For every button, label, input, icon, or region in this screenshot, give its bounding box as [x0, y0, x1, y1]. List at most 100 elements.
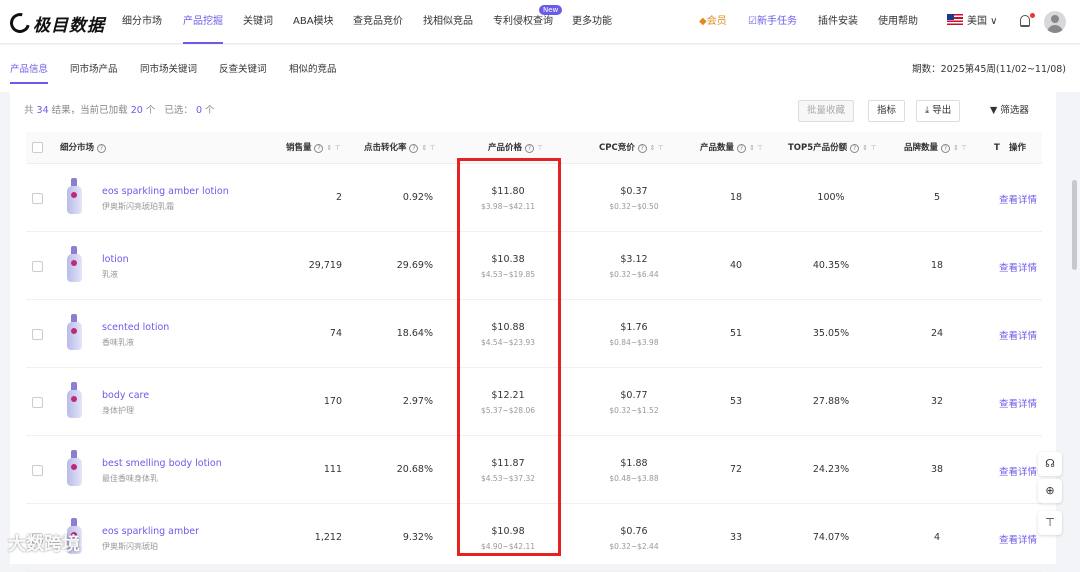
- view-details-link[interactable]: 查看详情: [999, 192, 1037, 206]
- product-image[interactable]: [64, 178, 84, 216]
- view-details-link[interactable]: 查看详情: [999, 328, 1037, 342]
- keyword-link[interactable]: scented lotion: [102, 322, 169, 333]
- bottle-icon: [67, 254, 82, 282]
- globe-icon[interactable]: ⊕: [1038, 479, 1062, 503]
- nav-item-patent-label: 专利侵权查询: [493, 16, 553, 27]
- headset-icon[interactable]: ☊: [1038, 452, 1062, 476]
- top5-share-cell: 100%: [817, 192, 845, 203]
- filter-button[interactable]: ▼ 筛选器: [990, 100, 1029, 122]
- tab-reverse-keywords[interactable]: 反查关键词: [219, 45, 267, 92]
- brand-logo[interactable]: 极目数据: [6, 9, 105, 37]
- help-link[interactable]: 使用帮助: [878, 0, 918, 44]
- product-image[interactable]: [64, 382, 84, 420]
- cpc-range: $0.84~$3.98: [609, 338, 659, 347]
- bottle-icon: [67, 322, 82, 350]
- nav-item-aba[interactable]: ABA模块: [293, 0, 334, 44]
- sort-icon[interactable]: ⇕ ⊤: [862, 144, 876, 152]
- sort-icon[interactable]: ⇕ ⊤: [953, 144, 967, 152]
- bell-icon[interactable]: [1020, 15, 1030, 27]
- col-market[interactable]: 细分市场 ?: [60, 132, 106, 164]
- nav-item-competitor-bid[interactable]: 查竞品竞价: [353, 0, 403, 44]
- sort-icon[interactable]: ⇕ ⊤: [326, 144, 340, 152]
- help-icon[interactable]: ?: [940, 144, 950, 153]
- funnel-icon: ▼: [990, 105, 1001, 116]
- view-details-link[interactable]: 查看详情: [999, 464, 1037, 478]
- sort-icon[interactable]: ⇕ ⊤: [749, 144, 763, 152]
- col-cpc[interactable]: CPC竞价 ? ⇕ ⊤: [599, 132, 664, 164]
- export-button[interactable]: ⤓ 导出: [916, 100, 961, 122]
- tab-product-info[interactable]: 产品信息: [10, 45, 49, 92]
- ctr-cell: 9.32%: [402, 532, 433, 543]
- view-details-link[interactable]: 查看详情: [999, 260, 1037, 274]
- help-icon[interactable]: ?: [409, 144, 419, 153]
- nav-item-similar[interactable]: 找相似竞品: [423, 0, 473, 44]
- scrollbar[interactable]: [1072, 180, 1077, 270]
- keyword-link[interactable]: body care: [102, 390, 149, 401]
- cpc-cell: $1.76: [620, 322, 648, 333]
- keyword-translation: 身体护理: [102, 406, 134, 415]
- keyword-link[interactable]: eos sparkling amber lotion: [102, 186, 229, 197]
- view-details-link[interactable]: 查看详情: [999, 532, 1037, 546]
- batch-favorite-button[interactable]: 批量收藏: [798, 100, 855, 122]
- col-extra[interactable]: T: [994, 132, 1000, 164]
- cpc-cell: $0.37: [620, 186, 648, 197]
- back-to-top-icon[interactable]: ⊤: [1038, 511, 1062, 535]
- nav-item-patent[interactable]: 专利侵权查询 New: [493, 0, 563, 44]
- region-select[interactable]: 美国 ∨: [947, 0, 998, 44]
- help-icon[interactable]: ?: [736, 144, 746, 153]
- product-image[interactable]: [64, 450, 84, 488]
- price-column-highlight: [457, 158, 561, 556]
- row-checkbox[interactable]: [32, 329, 43, 340]
- col-top5[interactable]: TOP5产品份额 ? ⇕ ⊤: [788, 132, 876, 164]
- plugin-install-link[interactable]: 插件安装: [818, 0, 858, 44]
- bottle-label: [71, 396, 77, 402]
- sort-icon[interactable]: ⇕ ⊤: [421, 144, 435, 152]
- sort-icon[interactable]: ⊤: [537, 144, 543, 152]
- bottle-label: [71, 192, 77, 198]
- nav-item-keywords[interactable]: 关键词: [243, 0, 273, 44]
- export-label: 导出: [932, 105, 952, 116]
- col-ctr[interactable]: 点击转化率 ? ⇕ ⊤: [364, 132, 436, 164]
- row-checkbox[interactable]: [32, 465, 43, 476]
- avatar[interactable]: [1044, 11, 1066, 33]
- keyword-link[interactable]: lotion: [102, 254, 129, 265]
- col-market-label: 细分市场: [60, 143, 95, 153]
- col-product-count[interactable]: 产品数量 ? ⇕ ⊤: [700, 132, 763, 164]
- summary-selected-label: 已选：: [164, 105, 193, 116]
- row-checkbox[interactable]: [32, 193, 43, 204]
- help-icon[interactable]: ?: [850, 144, 860, 153]
- col-count-label: 产品数量: [700, 143, 735, 153]
- nav-item-product-mining[interactable]: 产品挖掘: [183, 0, 223, 44]
- view-details-link[interactable]: 查看详情: [999, 396, 1037, 410]
- sales-cell: 1,212: [314, 532, 342, 543]
- cpc-range: $0.32~$2.44: [609, 542, 659, 551]
- vip-link[interactable]: ◆会员: [699, 0, 727, 44]
- product-image[interactable]: [64, 246, 84, 284]
- select-all-checkbox[interactable]: [32, 142, 43, 153]
- brand-count-cell: 38: [930, 464, 944, 475]
- help-icon[interactable]: ?: [524, 144, 534, 153]
- new-badge: New: [539, 5, 563, 15]
- newbie-task-link[interactable]: ☑新手任务: [748, 0, 797, 44]
- help-icon[interactable]: ?: [96, 144, 106, 153]
- keyword-link[interactable]: best smelling body lotion: [102, 458, 222, 469]
- metrics-button[interactable]: 指标: [868, 100, 906, 122]
- help-icon[interactable]: ?: [637, 144, 647, 153]
- keyword-link[interactable]: eos sparkling amber: [102, 526, 199, 537]
- nav-item-market[interactable]: 细分市场: [122, 0, 162, 44]
- row-checkbox[interactable]: [32, 261, 43, 272]
- tab-same-market-products[interactable]: 同市场产品: [70, 45, 118, 92]
- product-image[interactable]: [64, 314, 84, 352]
- tab-same-market-keywords[interactable]: 同市场关键词: [140, 45, 197, 92]
- bottle-label: [71, 464, 77, 470]
- top5-share-cell: 24.23%: [812, 464, 850, 475]
- sort-icon[interactable]: ⇕ ⊤: [650, 144, 664, 152]
- tab-similar-competitors[interactable]: 相似的竞品: [289, 45, 337, 92]
- summary-mid: 结果，当前已加载: [51, 105, 128, 116]
- col-brands[interactable]: 品牌数量 ? ⇕ ⊤: [904, 132, 967, 164]
- nav-item-more[interactable]: 更多功能: [572, 0, 612, 44]
- col-sales[interactable]: 销售量 ? ⇕ ⊤: [286, 132, 341, 164]
- sales-cell: 2: [335, 192, 342, 203]
- help-icon[interactable]: ?: [314, 144, 324, 153]
- row-checkbox[interactable]: [32, 397, 43, 408]
